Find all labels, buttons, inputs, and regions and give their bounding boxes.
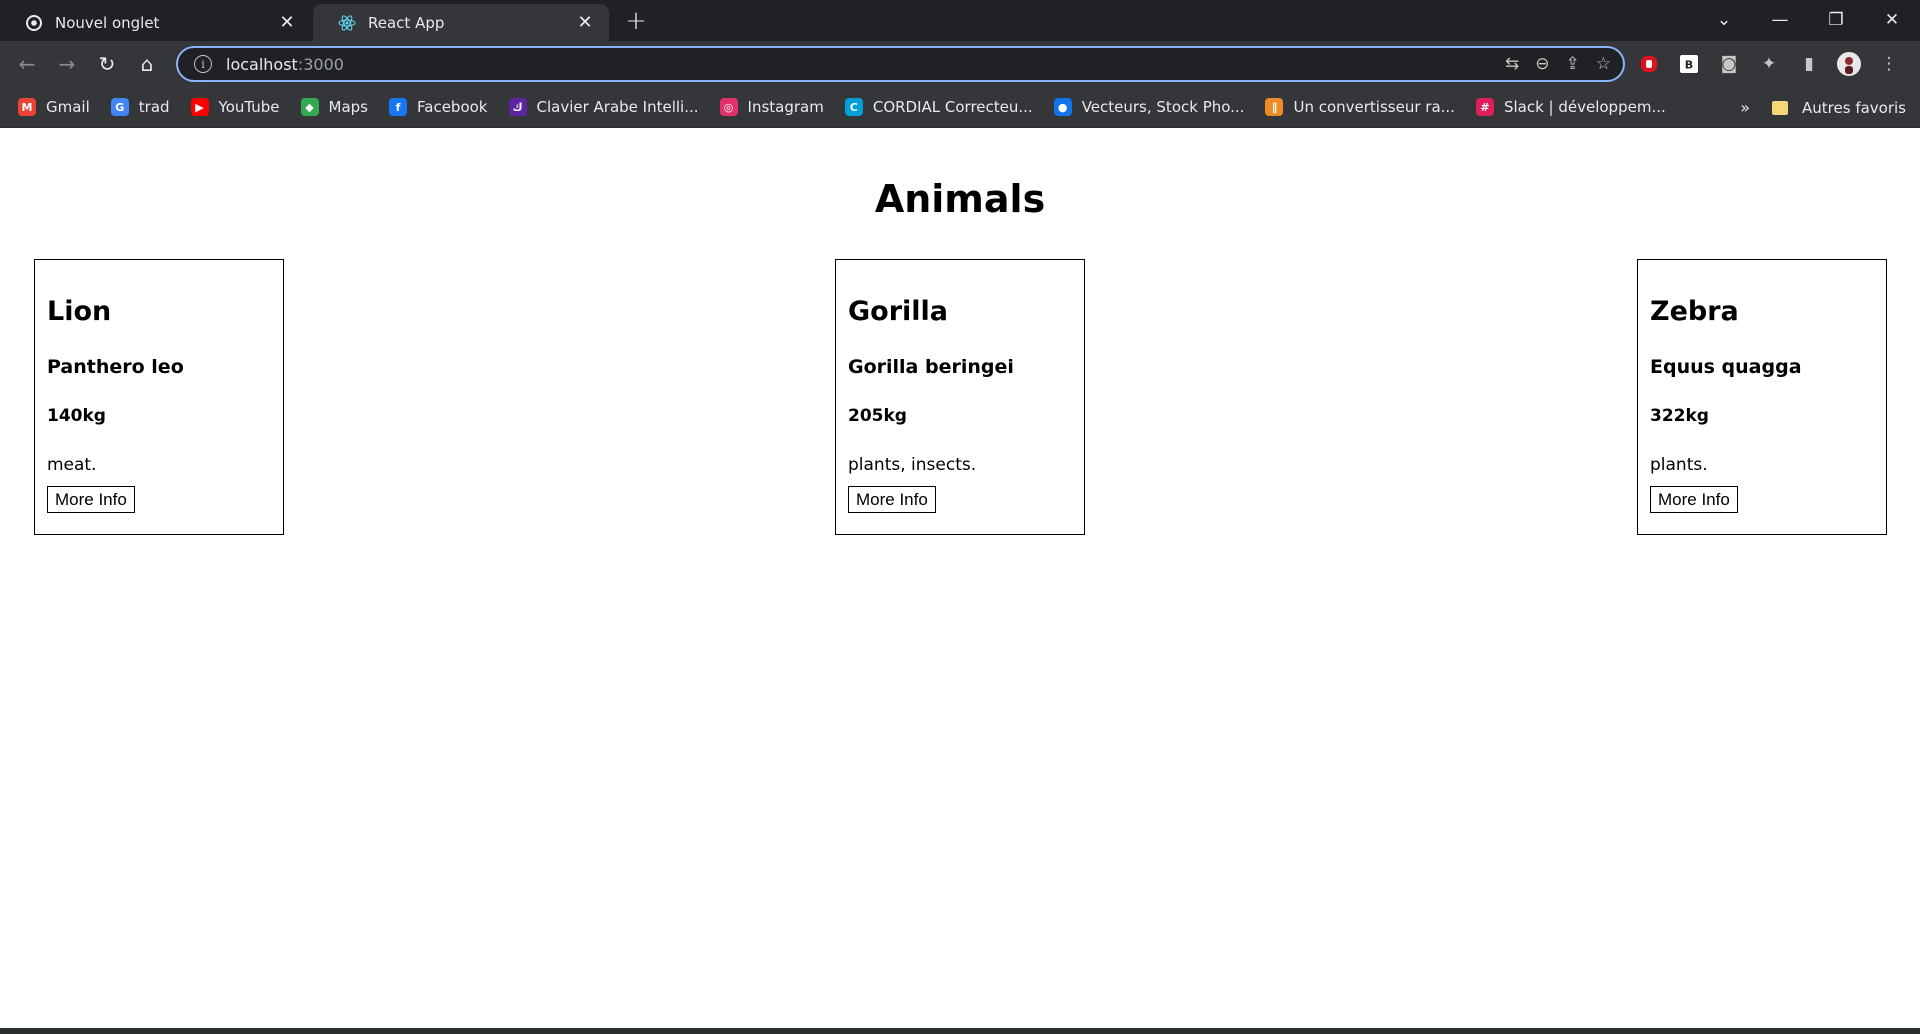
animal-weight: 140kg <box>47 406 106 426</box>
bookmark-label: YouTube <box>218 98 280 116</box>
bookmark-item[interactable]: ● Vecteurs, Stock Pho... <box>1053 98 1245 116</box>
taskbar-edge <box>0 1028 1920 1034</box>
extensions-area: B ◙ ✦ ▮ ⋮ <box>1636 46 1902 82</box>
animal-scientific-name: Panthero leo <box>47 356 184 378</box>
more-info-button[interactable]: More Info <box>47 486 135 513</box>
reload-icon[interactable]: ↻ <box>89 46 125 82</box>
tab-new-tab[interactable]: Nouvel onglet ✕ <box>0 4 311 41</box>
home-icon[interactable]: ⌂ <box>129 46 165 82</box>
instagram-icon: ◎ <box>719 98 738 116</box>
minimize-icon[interactable]: — <box>1752 0 1808 40</box>
youtube-icon: ▶ <box>190 98 209 116</box>
animal-card: Zebra Equus quagga 322kg plants. More In… <box>1637 259 1887 535</box>
translate-icon[interactable]: ⇆ <box>1505 54 1519 74</box>
puzzle-icon[interactable]: ✦ <box>1756 51 1782 77</box>
slack-icon: # <box>1475 98 1494 116</box>
bookmark-label: Slack | développem... <box>1503 98 1666 116</box>
b-extension-icon[interactable]: B <box>1676 51 1702 77</box>
bookmark-item[interactable]: f Facebook <box>389 98 488 116</box>
bookmark-label: Instagram <box>747 98 824 116</box>
bookmark-label: trad <box>138 98 170 116</box>
new-tab-button[interactable]: + <box>622 8 650 36</box>
bookmark-item[interactable]: ▶ YouTube <box>190 98 280 116</box>
tab-react-app[interactable]: React App ✕ <box>313 4 609 41</box>
animal-scientific-name: Gorilla beringei <box>848 356 1014 378</box>
tab-strip: Nouvel onglet ✕ React App ✕ + ⌄ — ❐ ✕ <box>0 0 1920 41</box>
bookmark-item[interactable]: ك Clavier Arabe Intelli... <box>508 98 699 116</box>
animal-weight: 205kg <box>848 406 907 426</box>
star-icon[interactable]: ☆ <box>1596 54 1611 74</box>
chevron-double-right-icon[interactable]: » <box>1740 98 1750 117</box>
omnibox-actions: ⇆ ⊖ ⇪ ☆ <box>1505 54 1611 74</box>
close-window-icon[interactable]: ✕ <box>1864 0 1920 40</box>
bookmark-item[interactable]: ◆ Maps <box>300 98 369 116</box>
bookmark-item[interactable]: ∥ Un convertisseur ra... <box>1265 98 1455 116</box>
window-controls: ⌄ — ❐ ✕ <box>1696 0 1920 40</box>
animal-weight: 322kg <box>1650 406 1709 426</box>
bookmark-label: CORDIAL Correcteu... <box>872 98 1033 116</box>
keyboard-icon: ك <box>508 98 527 116</box>
translate-icon: G <box>110 98 129 116</box>
animal-card: Lion Panthero leo 140kg meat. More Info <box>34 259 284 535</box>
chrome-icon <box>25 14 43 32</box>
bookmark-item[interactable]: ◎ Instagram <box>719 98 824 116</box>
bookmark-label: Facebook <box>417 98 488 116</box>
page-title: Animals <box>874 177 1046 221</box>
freepik-icon: ● <box>1053 98 1072 116</box>
animal-card: Gorilla Gorilla beringei 205kg plants, i… <box>835 259 1085 535</box>
bookmarks-overflow: » Autres favoris <box>1740 87 1920 128</box>
restore-icon[interactable]: ❐ <box>1808 0 1864 40</box>
tab-search-icon[interactable]: ⌄ <box>1696 0 1752 40</box>
bookmark-item[interactable]: # Slack | développem... <box>1475 98 1666 116</box>
close-icon[interactable]: ✕ <box>277 12 297 33</box>
bookmark-item[interactable]: C CORDIAL Correcteu... <box>844 98 1033 116</box>
animal-diet: meat. <box>47 455 97 475</box>
bookmark-item[interactable]: Gtrad <box>110 98 170 116</box>
back-icon[interactable]: ← <box>9 46 45 82</box>
svg-text:B: B <box>1685 59 1693 72</box>
maps-icon: ◆ <box>300 98 319 116</box>
bookmark-folder[interactable]: Autres favoris <box>1772 99 1906 117</box>
folder-icon <box>1772 100 1789 115</box>
bookmark-label: Un convertisseur ra... <box>1293 98 1455 116</box>
animal-name: Zebra <box>1650 296 1739 327</box>
audio-icon: ∥ <box>1265 98 1284 116</box>
animal-diet: plants. <box>1650 455 1708 475</box>
bookmark-label: Maps <box>328 98 369 116</box>
url-text[interactable]: localhost:3000 <box>226 55 1505 74</box>
animal-name: Lion <box>47 296 112 327</box>
gmail-icon: M <box>18 98 36 116</box>
bookmarks-bar: M Gmail Gtrad ▶ YouTube ◆ Maps f Facebook ك Clavie… <box>0 87 1920 128</box>
forward-icon[interactable]: → <box>49 46 85 82</box>
bookmark-label: Vecteurs, Stock Pho... <box>1081 98 1245 116</box>
toolbar: ← → ↻ ⌂ i localhost:3000 ⇆ ⊖ ⇪ ☆ B ◙ ✦ ▮… <box>0 41 1920 87</box>
bookmark-label: Clavier Arabe Intelli... <box>536 98 699 116</box>
more-info-button[interactable]: More Info <box>848 486 936 513</box>
bookmark-label: Gmail <box>46 98 90 116</box>
animal-scientific-name: Equus quagga <box>1650 356 1802 378</box>
browser-window: Nouvel onglet ✕ React App ✕ + ⌄ — ❐ ✕ ← … <box>0 0 1920 1034</box>
page-content: Animals Lion Panthero leo 140kg meat. Mo… <box>0 129 1920 1028</box>
camera-icon[interactable]: ◙ <box>1716 51 1742 77</box>
menu-icon[interactable]: ⋮ <box>1876 51 1902 77</box>
tab-title: React App <box>368 13 445 32</box>
cordial-icon: C <box>844 98 863 116</box>
animal-name: Gorilla <box>848 296 949 327</box>
more-info-button[interactable]: More Info <box>1650 486 1738 513</box>
zoom-icon[interactable]: ⊖ <box>1535 54 1549 74</box>
react-icon <box>338 14 356 32</box>
animal-diet: plants, insects. <box>848 455 977 475</box>
close-icon[interactable]: ✕ <box>575 12 595 33</box>
bookmark-item[interactable]: M Gmail <box>18 98 90 116</box>
address-bar[interactable]: i localhost:3000 ⇆ ⊖ ⇪ ☆ <box>176 46 1625 82</box>
facebook-icon: f <box>389 98 408 116</box>
site-info-icon[interactable]: i <box>194 55 212 73</box>
avatar[interactable] <box>1836 51 1862 77</box>
adblock-icon[interactable] <box>1636 51 1662 77</box>
tab-title: Nouvel onglet <box>55 13 160 32</box>
side-panel-icon[interactable]: ▮ <box>1796 51 1822 77</box>
share-icon[interactable]: ⇪ <box>1566 54 1580 74</box>
